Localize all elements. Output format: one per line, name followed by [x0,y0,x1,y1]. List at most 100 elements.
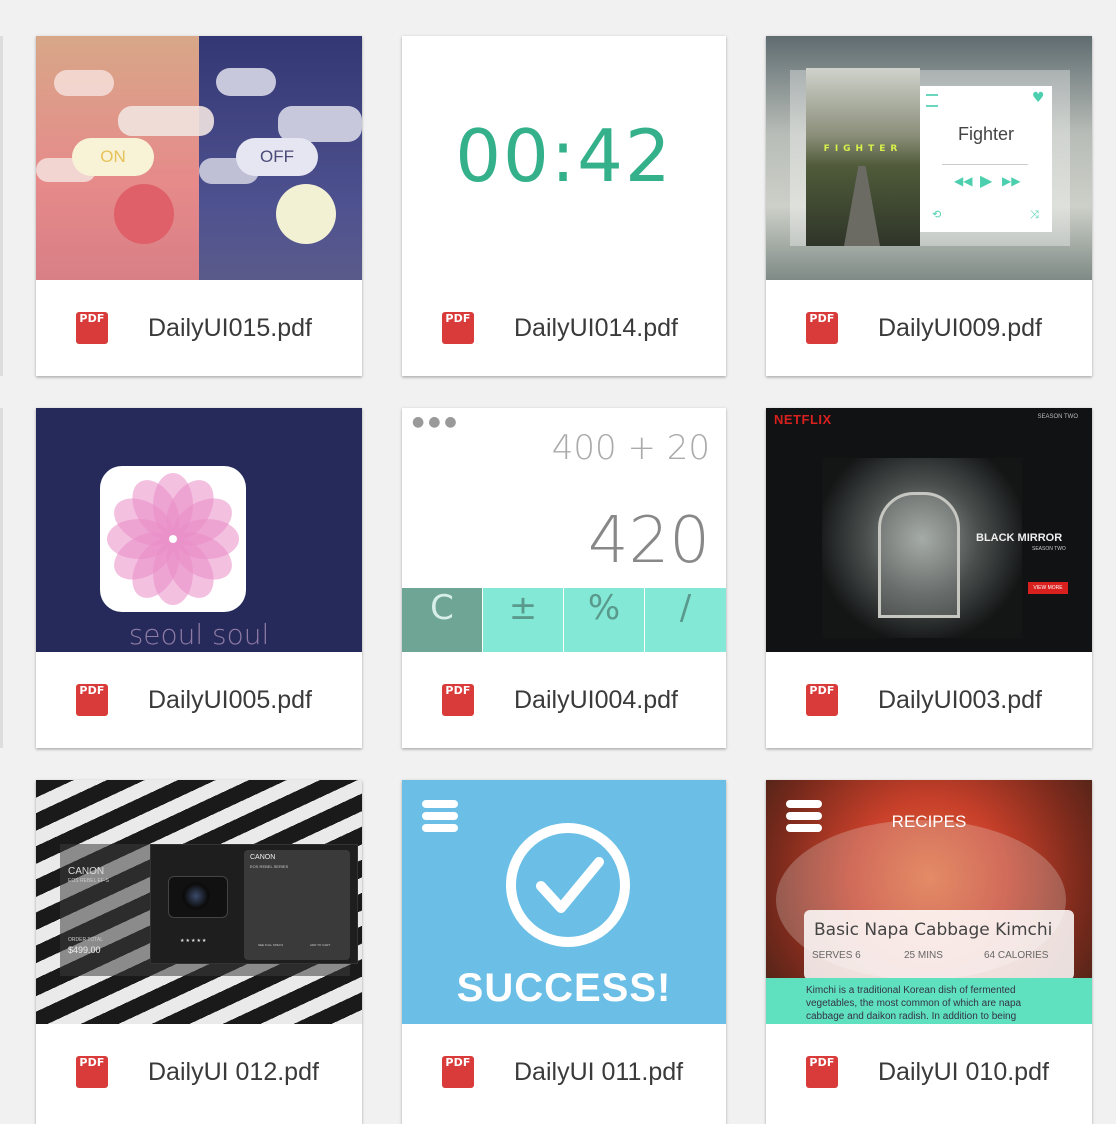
camera-lens [182,882,210,910]
cloud-shape [118,106,214,136]
file-name: DailyUI005.pdf [148,686,312,714]
recipe-time: 25 MINS [904,950,943,961]
glass-booth [878,492,960,618]
pdf-icon: PDF [806,1056,838,1088]
offscreen-card-edge [0,36,3,376]
pdf-icon: PDF [76,1056,108,1088]
file-name: DailyUI 010.pdf [878,1058,1049,1086]
pdf-icon: PDF [442,1056,474,1088]
cloud-shape [278,106,362,142]
file-card[interactable]: 00:42 PDF DailyUI014.pdf [402,36,726,376]
order-total-label: ORDER TOTAL [68,937,104,943]
file-thumbnail: SUCCESS! [402,780,726,1024]
poster-title: FIGHTER [823,144,903,154]
camera-brand: CANON [68,866,105,877]
file-footer: PDF DailyUI003.pdf [766,652,1092,748]
file-thumbnail: 00:42 [402,36,726,280]
recipe-calories: 64 CALORIES [984,950,1049,961]
calc-key-divide: / [645,588,726,652]
season-dropdown: SEASON TWO [1037,414,1078,420]
file-thumbnail: FIGHTER ♥ Fighter ◀◀ ▶ ▶▶ ⟲ ⤨ [766,36,1092,280]
file-name: DailyUI 012.pdf [148,1058,319,1086]
file-thumbnail: NETFLIX SEASON TWO BLACK MIRROR SEASON T… [766,408,1092,652]
file-thumbnail: ●●● 400 + 20 420 C ± % / [402,408,726,652]
app-caption: seoul soul [128,618,270,651]
file-footer: PDF DailyUI 012.pdf [36,1024,362,1120]
panel-series: EOS REBEL SERIES [250,864,289,869]
countdown-timer: 00:42 [455,114,673,198]
checkmark-icon [506,823,630,947]
cloud-shape [54,70,114,96]
file-name: DailyUI003.pdf [878,686,1042,714]
rewind-icon: ◀◀ [954,174,973,188]
file-name: DailyUI014.pdf [514,314,678,342]
file-footer: PDF DailyUI014.pdf [402,280,726,376]
off-toggle: OFF [236,138,318,176]
camera-series: EOS REBEL EF-S [68,878,109,884]
file-thumbnail: ON OFF [36,36,362,280]
file-name: DailyUI009.pdf [878,314,1042,342]
file-thumbnail: CANON EOS REBEL EF-S ORDER TOTAL $499.00… [36,780,362,1024]
song-title: Fighter [957,124,1015,144]
pdf-icon: PDF [806,312,838,344]
pdf-icon: PDF [806,684,838,716]
window-dots-icon: ●●● [412,414,461,430]
file-card[interactable]: RECIPES Basic Napa Cabbage Kimchi SERVES… [766,780,1092,1124]
add-to-cart-link: ADD TO CART [310,943,331,947]
pdf-icon: PDF [76,684,108,716]
view-more-button: VIEW MORE [1028,582,1068,594]
progress-bar [942,164,1028,165]
on-toggle: ON [72,138,154,176]
cloud-shape [216,68,276,96]
offscreen-card-edge [0,408,3,748]
recipes-header: RECIPES [891,812,967,831]
file-card[interactable]: FIGHTER ♥ Fighter ◀◀ ▶ ▶▶ ⟲ ⤨ PDF DailyU… [766,36,1092,376]
calc-key-plusminus: ± [483,588,563,652]
app-icon [100,466,246,612]
see-specs-link: SEE FULL SPECS [258,943,284,947]
success-message: SUCCESS! [456,966,672,1010]
pdf-icon: PDF [442,684,474,716]
file-card[interactable]: seoul soul PDF DailyUI005.pdf [36,408,362,748]
moon-shape [276,184,336,244]
repeat-icon: ⟲ [932,208,942,221]
forward-icon: ▶▶ [1002,174,1021,188]
calc-key-clear: C [402,588,482,652]
calc-result: 420 [587,504,710,578]
calc-expression: 400 + 20 [551,428,710,468]
file-name: DailyUI 011.pdf [514,1058,684,1086]
file-thumbnail: seoul soul [36,408,362,652]
file-card[interactable]: ON OFF PDF DailyUI015.pdf [36,36,362,376]
file-card[interactable]: NETFLIX SEASON TWO BLACK MIRROR SEASON T… [766,408,1092,748]
file-name: DailyUI004.pdf [514,686,678,714]
file-card[interactable]: ●●● 400 + 20 420 C ± % / PDF DailyUI004.… [402,408,726,748]
recipe-title: Basic Napa Cabbage Kimchi [814,920,1053,940]
pdf-icon: PDF [442,312,474,344]
pdf-icon: PDF [76,312,108,344]
file-footer: PDF DailyUI015.pdf [36,280,362,376]
file-footer: PDF DailyUI005.pdf [36,652,362,748]
show-title: BLACK MIRROR [976,532,1063,544]
play-icon: ▶ [980,171,993,190]
rating-stars: ★★★★★ [180,938,208,944]
file-footer: PDF DailyUI 010.pdf [766,1024,1092,1120]
heart-icon: ♥ [1032,90,1045,106]
shuffle-icon: ⤨ [1030,208,1039,221]
file-footer: PDF DailyUI004.pdf [402,652,726,748]
recipe-serves: SERVES 6 [812,950,861,961]
file-card[interactable]: CANON EOS REBEL EF-S ORDER TOTAL $499.00… [36,780,362,1124]
netflix-logo: NETFLIX [774,412,832,427]
recipe-description: Kimchi is a traditional Korean dish of f… [806,985,1022,1022]
file-footer: PDF DailyUI 011.pdf [402,1024,726,1120]
panel-brand: CANON [250,854,276,861]
show-season: SEASON TWO [1032,546,1066,552]
file-name: DailyUI015.pdf [148,314,312,342]
flower-icon [107,473,239,605]
calc-key-percent: % [564,588,644,652]
file-card[interactable]: SUCCESS! PDF DailyUI 011.pdf [402,780,726,1124]
menu-icon [422,800,458,832]
file-footer: PDF DailyUI009.pdf [766,280,1092,376]
file-thumbnail: RECIPES Basic Napa Cabbage Kimchi SERVES… [766,780,1092,1024]
menu-icon [926,94,938,107]
order-total: $499.00 [68,945,101,955]
